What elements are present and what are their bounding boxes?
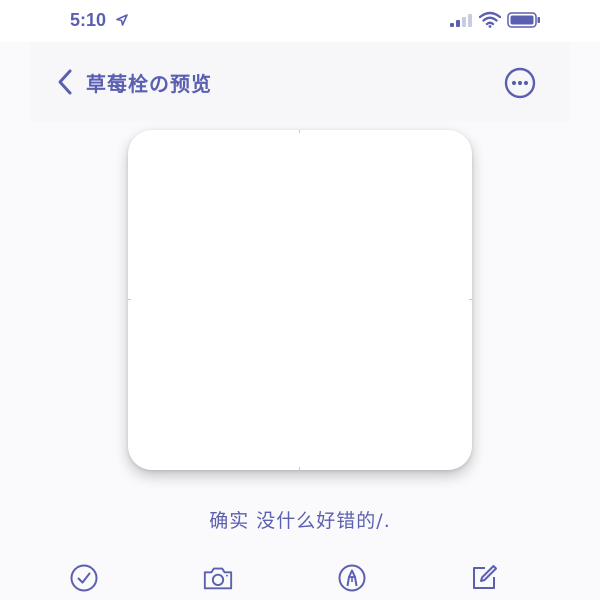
compose-icon bbox=[473, 565, 497, 589]
battery-icon bbox=[507, 12, 540, 28]
card-tick-top bbox=[299, 130, 300, 133]
screen: 5:10 草莓栓の预览 确实 没什么好错的/. bbox=[0, 0, 600, 600]
markup-button[interactable] bbox=[336, 562, 368, 594]
card-tick-bottom bbox=[299, 467, 300, 470]
wifi-icon bbox=[479, 11, 501, 28]
status-time: 5:10 bbox=[70, 10, 107, 30]
compose-button[interactable] bbox=[468, 562, 500, 594]
card-tick-right bbox=[469, 299, 472, 300]
navigation-bar: 草莓栓の预览 bbox=[30, 42, 570, 122]
camera-button[interactable] bbox=[202, 562, 234, 594]
more-horizontal-icon bbox=[504, 67, 536, 99]
bottom-toolbar bbox=[30, 550, 570, 600]
preview-card[interactable] bbox=[128, 130, 472, 470]
checkmark-circle-icon bbox=[70, 564, 98, 592]
preview-caption: 确实 没什么好错的/. bbox=[209, 510, 391, 532]
cellular-signal-icon bbox=[450, 14, 472, 27]
back-button[interactable] bbox=[50, 64, 80, 100]
pen-circle-icon bbox=[338, 564, 366, 592]
chevron-left-icon bbox=[58, 69, 72, 95]
location-arrow-icon bbox=[116, 14, 128, 26]
confirm-button[interactable] bbox=[68, 562, 100, 594]
card-tick-left bbox=[128, 299, 131, 300]
camera-icon bbox=[203, 567, 233, 590]
more-options-button[interactable] bbox=[504, 67, 536, 99]
status-bar: 5:10 bbox=[0, 0, 600, 42]
preview-area bbox=[30, 122, 570, 497]
page-title: 草莓栓の预览 bbox=[86, 72, 212, 96]
